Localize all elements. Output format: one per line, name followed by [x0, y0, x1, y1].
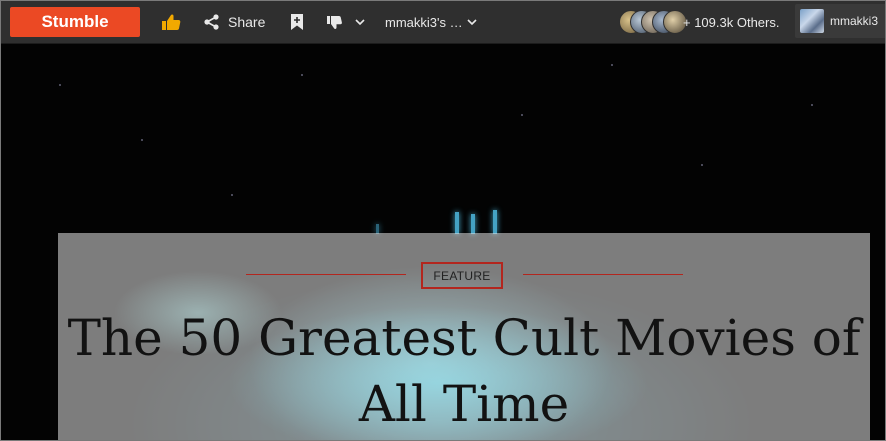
user-menu[interactable]: mmakki3 [795, 4, 885, 38]
user-name: mmakki3 [830, 14, 879, 28]
like-button[interactable] [161, 1, 181, 43]
share-icon [204, 14, 219, 30]
background-speck [231, 194, 233, 196]
list-dropdown[interactable]: mmakki3's … [385, 1, 477, 43]
others-count[interactable]: + 109.3k Others. [683, 1, 779, 43]
save-button[interactable] [290, 1, 304, 43]
neon-light [455, 212, 459, 234]
background-speck [301, 74, 303, 76]
stumble-toolbar: Stumble Share mmakki3's … + 109.3k Other… [1, 1, 885, 44]
background-speck [59, 84, 61, 86]
thumbs-up-icon [162, 14, 181, 30]
liker-avatars[interactable] [619, 10, 687, 34]
dislike-button[interactable] [326, 1, 343, 43]
chevron-down-icon [467, 18, 477, 25]
stumble-button[interactable]: Stumble [10, 7, 140, 37]
bookmark-icon [291, 14, 303, 30]
divider-line [523, 274, 683, 275]
avatar [800, 9, 824, 33]
thumbs-down-icon [327, 15, 342, 29]
share-label: Share [228, 14, 266, 30]
background-speck [611, 64, 613, 66]
dislike-options-button[interactable] [355, 1, 365, 43]
background-speck [811, 104, 813, 106]
category-badge[interactable]: FEATURE [421, 262, 503, 289]
chevron-down-icon [355, 18, 365, 25]
article-title: The 50 Greatest Cult Movies of All Time [67, 309, 861, 433]
background-speck [141, 139, 143, 141]
neon-light [493, 210, 497, 234]
browser-viewport: Stumble Share mmakki3's … + 109.3k Other… [0, 0, 886, 441]
background-speck [521, 114, 523, 116]
list-label: mmakki3's … [385, 14, 463, 30]
neon-light [471, 214, 475, 234]
divider-line [246, 274, 406, 275]
background-speck [701, 164, 703, 166]
share-button[interactable]: Share [204, 1, 265, 43]
